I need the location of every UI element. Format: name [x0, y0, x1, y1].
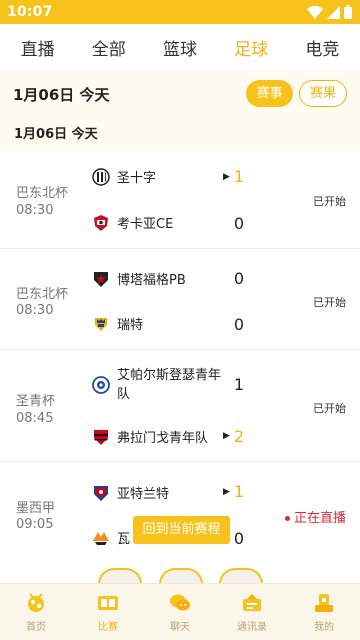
- home-score: 1: [233, 375, 245, 394]
- home-team-name: 博塔福格PB: [117, 273, 186, 288]
- team-logo-icon: [94, 214, 108, 231]
- team-logo-icon: [92, 167, 110, 186]
- bottom-nav: 首页 比赛 聊天 通讯录 我的: [0, 583, 360, 640]
- back-to-current-button[interactable]: 回到当前赛程: [133, 516, 230, 544]
- home-team: 圣十字: [92, 167, 156, 186]
- chat-icon: [170, 594, 190, 611]
- live-status-label: 正在直播: [293, 511, 346, 526]
- home-score: 1: [233, 167, 245, 186]
- status-time: 10:07: [7, 4, 53, 20]
- contacts-icon: [243, 594, 261, 611]
- status-icons: [307, 5, 352, 19]
- nav-profile-label: 我的: [314, 622, 334, 633]
- match-league: 圣青杯: [16, 394, 56, 409]
- match-status: 正在直播: [284, 507, 346, 526]
- home-team: 亚特兰特: [92, 483, 169, 502]
- team-logo-icon: [93, 531, 109, 545]
- away-score: 0: [233, 529, 245, 548]
- match-league: 墨西甲: [16, 501, 56, 516]
- nav-chat[interactable]: 聊天: [150, 591, 210, 633]
- date-title: 1月06日 今天: [13, 86, 110, 104]
- possession-arrow-icon: ▶: [223, 172, 230, 182]
- away-team: 瓦: [92, 528, 130, 547]
- sport-tabs: 直播 全部 篮球 足球 电竞: [0, 24, 360, 70]
- home-team-name: 亚特兰特: [117, 487, 170, 502]
- tab-esports[interactable]: 电竞: [301, 35, 343, 60]
- floating-avatar[interactable]: [98, 568, 142, 584]
- tab-basketball[interactable]: 篮球: [159, 35, 201, 60]
- match-row[interactable]: 巴东北杯 08:30 圣十字 ▶ 1 考卡亚CE 0 已开始: [0, 150, 360, 249]
- home-team: 博塔福格PB: [92, 269, 186, 288]
- away-team-name: 考卡亚CE: [117, 217, 174, 232]
- away-team-name: 瑞特: [117, 318, 144, 333]
- possession-arrow-icon: ▶: [223, 487, 230, 497]
- match-status: 已开始: [313, 402, 346, 415]
- away-team: 考卡亚CE: [92, 213, 173, 232]
- match-time: 08:30: [16, 303, 54, 318]
- nav-match[interactable]: 比赛: [78, 591, 138, 633]
- home-team: 艾帕尔斯登瑟青年队: [92, 366, 225, 404]
- tab-live[interactable]: 直播: [17, 35, 59, 60]
- home-team-name: 艾帕尔斯登瑟青年队: [117, 368, 222, 402]
- match-row[interactable]: 圣青杯 08:45 艾帕尔斯登瑟青年队 1 弗拉门戈青年队 ▶ 2 已开始: [0, 351, 360, 462]
- match-time: 08:45: [16, 411, 54, 426]
- nav-contacts[interactable]: 通讯录: [222, 591, 282, 633]
- away-team-name: 瓦: [117, 532, 131, 547]
- match-league: 巴东北杯: [16, 186, 69, 201]
- match-time: 09:05: [16, 517, 54, 532]
- nav-home[interactable]: 首页: [6, 591, 66, 633]
- team-logo-icon: [94, 429, 108, 445]
- away-score: 0: [233, 214, 245, 233]
- team-logo-icon: [94, 271, 108, 287]
- nav-match-label: 比赛: [98, 622, 118, 633]
- home-score: 0: [233, 269, 245, 288]
- match-time: 08:30: [16, 203, 54, 218]
- home-score: 1: [233, 482, 245, 501]
- live-dot-icon: [284, 516, 290, 521]
- away-team: 瑞特: [92, 314, 143, 333]
- away-score: 0: [233, 315, 245, 334]
- team-logo-icon: [92, 376, 110, 394]
- event-filter-button[interactable]: 赛事: [246, 80, 293, 107]
- floating-avatar[interactable]: [219, 568, 263, 584]
- match-status: 已开始: [313, 195, 346, 208]
- date-subtitle: 1月06日 今天: [14, 127, 98, 142]
- status-bar: 10:07: [0, 0, 360, 24]
- away-score: 2: [233, 427, 245, 446]
- nav-home-label: 首页: [26, 622, 46, 633]
- wifi-icon: [307, 5, 323, 19]
- nav-contacts-label: 通讯录: [237, 622, 267, 633]
- battery-icon: [344, 5, 352, 19]
- tab-all[interactable]: 全部: [88, 35, 130, 60]
- tab-football[interactable]: 足球: [230, 35, 272, 60]
- signal-icon: [327, 5, 340, 19]
- nav-chat-label: 聊天: [170, 622, 190, 633]
- possession-arrow-icon: ▶: [223, 431, 230, 441]
- match-icon: [98, 596, 118, 610]
- team-logo-icon: [95, 317, 107, 331]
- match-league: 巴东北杯: [16, 287, 69, 302]
- floating-avatar[interactable]: [159, 568, 203, 584]
- nav-profile[interactable]: 我的: [294, 591, 354, 633]
- team-logo-icon: [94, 485, 108, 501]
- home-icon: [28, 593, 44, 612]
- profile-icon: [315, 594, 333, 612]
- home-team-name: 圣十字: [117, 171, 157, 186]
- result-filter-button[interactable]: 赛果: [299, 80, 347, 107]
- match-status: 已开始: [313, 296, 346, 309]
- match-row[interactable]: 巴东北杯 08:30 博塔福格PB 0 瑞特 0 已开始: [0, 250, 360, 350]
- away-team-name: 弗拉门戈青年队: [117, 431, 209, 446]
- away-team: 弗拉门戈青年队: [92, 427, 208, 446]
